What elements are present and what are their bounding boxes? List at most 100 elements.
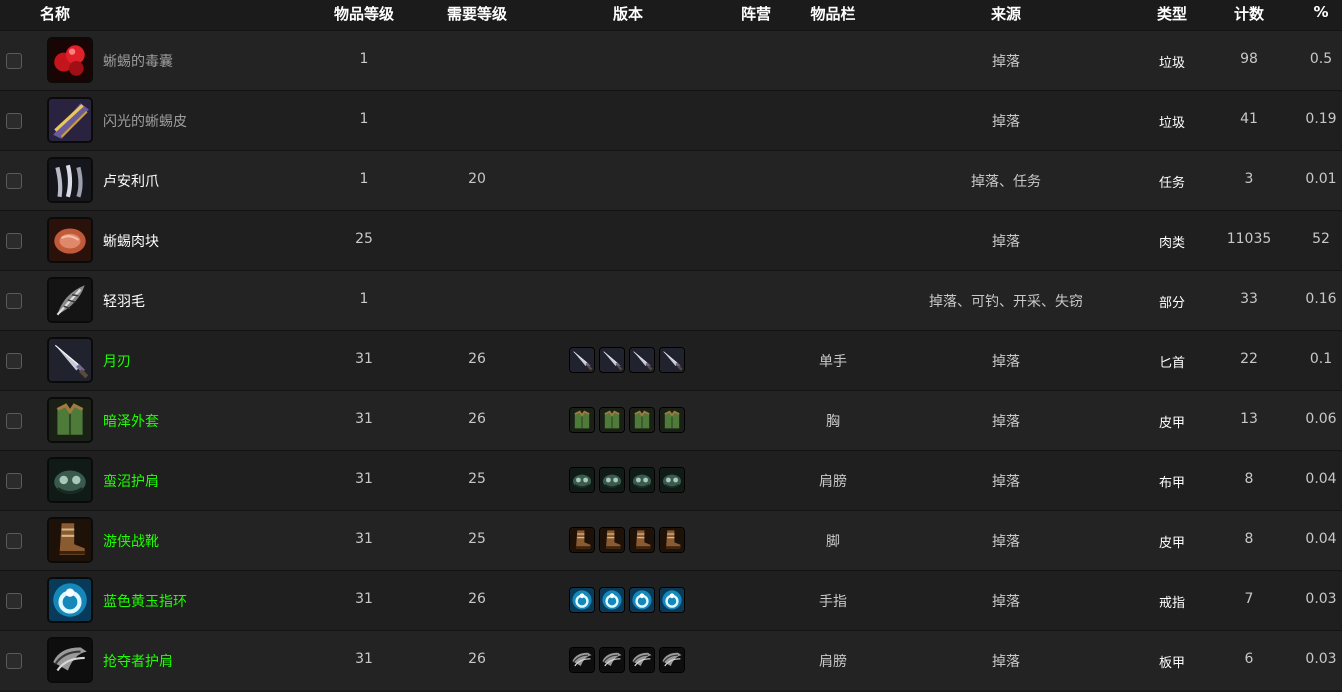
item-name-link[interactable]: 蜥蜴肉块 [103, 231, 159, 251]
item-name-link[interactable]: 蓝色黄玉指环 [103, 591, 187, 611]
dagger-icon[interactable] [629, 347, 655, 373]
table-row[interactable]: 闪光的蜥蜴皮 1 掉落 垃圾 41 0.19 [0, 90, 1342, 150]
percent-cell: 0.03 [1305, 651, 1337, 667]
dagger-icon[interactable] [569, 347, 595, 373]
item-name-link[interactable]: 月刃 [103, 351, 131, 371]
table-row[interactable]: 轻羽毛 1 掉落、可钓、开采、失窃 部分 33 0.16 [0, 270, 1342, 330]
leather-vest-icon[interactable] [629, 407, 655, 433]
row-checkbox[interactable] [6, 593, 22, 609]
source-cell: 掉落 [992, 594, 1020, 610]
row-checkbox[interactable] [6, 293, 22, 309]
table-row[interactable]: 暗泽外套 31 26 胸 掉落 皮甲 13 0.06 [0, 390, 1342, 450]
item-level-cell: 31 [355, 651, 373, 667]
type-cell: 匕首 [1158, 356, 1186, 371]
table-row[interactable]: 游侠战靴 31 25 脚 掉落 皮甲 8 0.04 [0, 510, 1342, 570]
boots-icon[interactable] [629, 527, 655, 553]
count-cell: 11035 [1226, 231, 1272, 247]
row-checkbox[interactable] [6, 353, 22, 369]
ring-icon[interactable] [659, 587, 685, 613]
type-cell: 布甲 [1158, 476, 1186, 491]
meat-chunk-icon[interactable] [47, 217, 93, 263]
count-cell: 3 [1244, 171, 1254, 187]
ring-icon[interactable] [47, 577, 93, 623]
type-cell: 板甲 [1158, 656, 1186, 671]
percent-cell: 52 [1312, 231, 1330, 247]
row-checkbox[interactable] [6, 53, 22, 69]
version-icons [569, 407, 685, 433]
red-venom-sac-icon[interactable] [47, 37, 93, 83]
table-row[interactable]: 卢安利爪 1 20 掉落、任务 任务 3 0.01 [0, 150, 1342, 210]
item-name-link[interactable]: 蜥蜴的毒囊 [103, 51, 173, 71]
leather-vest-icon[interactable] [569, 407, 595, 433]
item-level-cell: 31 [355, 471, 373, 487]
col-header-version[interactable]: 版本 [613, 3, 643, 24]
row-checkbox[interactable] [6, 473, 22, 489]
count-cell: 98 [1240, 51, 1258, 67]
claw-icon[interactable] [47, 157, 93, 203]
cloth-shoulder-icon[interactable] [569, 467, 595, 493]
count-cell: 8 [1244, 471, 1254, 487]
item-name-link[interactable]: 卢安利爪 [103, 171, 159, 191]
item-name-link[interactable]: 暗泽外套 [103, 411, 159, 431]
count-cell: 22 [1240, 351, 1258, 367]
col-header-percent[interactable]: % [1313, 3, 1328, 21]
dagger-icon[interactable] [659, 347, 685, 373]
table-row[interactable]: 抢夺者护肩 31 26 肩膀 掉落 板甲 6 0.03 [0, 630, 1342, 690]
shimmering-hide-icon[interactable] [47, 97, 93, 143]
dagger-icon[interactable] [47, 337, 93, 383]
row-checkbox[interactable] [6, 173, 22, 189]
boots-icon[interactable] [599, 527, 625, 553]
col-header-item-level[interactable]: 物品等级 [334, 3, 394, 24]
percent-cell: 0.19 [1305, 111, 1337, 127]
col-header-slot[interactable]: 物品栏 [810, 3, 855, 24]
feather-icon[interactable] [47, 277, 93, 323]
cloth-shoulder-icon[interactable] [659, 467, 685, 493]
ring-icon[interactable] [599, 587, 625, 613]
leather-vest-icon[interactable] [599, 407, 625, 433]
table-row[interactable]: 蜥蜴的毒囊 1 掉落 垃圾 98 0.5 [0, 30, 1342, 90]
item-name-link[interactable]: 闪光的蜥蜴皮 [103, 111, 187, 131]
row-checkbox[interactable] [6, 113, 22, 129]
table-row[interactable]: 蜥蜴肉块 25 掉落 肉类 11035 52 [0, 210, 1342, 270]
row-checkbox[interactable] [6, 233, 22, 249]
row-checkbox[interactable] [6, 413, 22, 429]
percent-cell: 0.04 [1305, 531, 1337, 547]
item-level-cell: 1 [359, 291, 369, 307]
boots-icon[interactable] [47, 517, 93, 563]
row-checkbox[interactable] [6, 533, 22, 549]
col-header-count[interactable]: 计数 [1234, 3, 1264, 24]
item-level-cell: 25 [355, 231, 373, 247]
item-name-link[interactable]: 蛮沼护肩 [103, 471, 159, 491]
plate-shoulder-icon[interactable] [569, 647, 595, 673]
boots-icon[interactable] [569, 527, 595, 553]
percent-cell: 0.04 [1305, 471, 1337, 487]
row-checkbox[interactable] [6, 653, 22, 669]
leather-vest-icon[interactable] [659, 407, 685, 433]
plate-shoulder-icon[interactable] [599, 647, 625, 673]
item-name-link[interactable]: 轻羽毛 [103, 291, 145, 311]
plate-shoulder-icon[interactable] [659, 647, 685, 673]
leather-vest-icon[interactable] [47, 397, 93, 443]
item-name-link[interactable]: 游侠战靴 [103, 531, 159, 551]
cloth-shoulder-icon[interactable] [599, 467, 625, 493]
ring-icon[interactable] [569, 587, 595, 613]
table-row[interactable]: 蛮沼护肩 31 25 肩膀 掉落 布甲 8 0.04 [0, 450, 1342, 510]
dagger-icon[interactable] [599, 347, 625, 373]
type-cell: 戒指 [1158, 596, 1186, 611]
plate-shoulder-icon[interactable] [47, 637, 93, 683]
item-name-link[interactable]: 抢夺者护肩 [103, 651, 173, 671]
table-row[interactable]: 月刃 31 26 单手 掉落 匕首 22 0.1 [0, 330, 1342, 390]
type-cell: 皮甲 [1158, 416, 1186, 431]
col-header-name[interactable]: 名称 [40, 3, 70, 24]
ring-icon[interactable] [629, 587, 655, 613]
col-header-req-level[interactable]: 需要等级 [447, 3, 507, 24]
source-cell: 掉落 [992, 654, 1020, 670]
plate-shoulder-icon[interactable] [629, 647, 655, 673]
boots-icon[interactable] [659, 527, 685, 553]
cloth-shoulder-icon[interactable] [47, 457, 93, 503]
cloth-shoulder-icon[interactable] [629, 467, 655, 493]
table-row[interactable]: 蓝色黄玉指环 31 26 手指 掉落 戒指 7 0.03 [0, 570, 1342, 630]
col-header-faction[interactable]: 阵营 [741, 3, 771, 24]
col-header-source[interactable]: 来源 [991, 3, 1021, 24]
col-header-type[interactable]: 类型 [1157, 3, 1187, 24]
